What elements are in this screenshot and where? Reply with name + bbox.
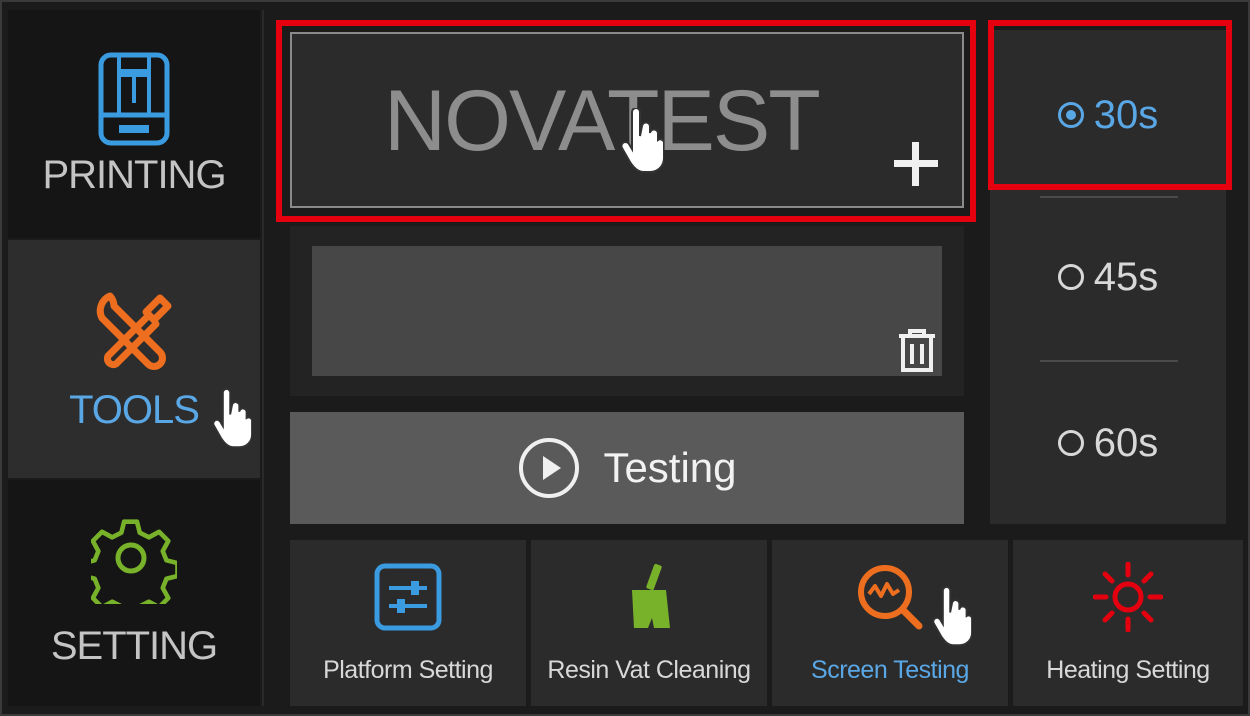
tab-label: Heating Setting	[1046, 656, 1210, 684]
screen-test-icon	[858, 565, 923, 630]
hand-cursor-icon	[620, 108, 664, 173]
testing-button[interactable]: Testing	[290, 412, 964, 524]
broom-icon	[632, 563, 670, 628]
sidebar-item-printing[interactable]: PRINTING	[8, 10, 260, 238]
radio-icon	[1057, 264, 1084, 290]
tools-icon	[96, 292, 172, 370]
sidebar-divider	[262, 10, 264, 706]
sidebar-item-setting[interactable]: SETTING	[8, 480, 260, 706]
duration-option-30s[interactable]: 30s	[990, 80, 1226, 150]
duration-option-60s[interactable]: 60s	[990, 408, 1226, 478]
sidebar-item-label: PRINTING	[42, 152, 226, 197]
duration-label: 30s	[1093, 92, 1159, 137]
testing-label: Testing	[603, 444, 737, 491]
platform-sliders-icon	[374, 563, 442, 631]
duration-label: 45s	[1093, 254, 1159, 299]
duration-option-45s[interactable]: 45s	[990, 242, 1226, 312]
test-image-name: NOVATEST	[384, 73, 821, 169]
tab-platform-setting[interactable]: Platform Setting	[290, 540, 526, 706]
tab-resin-vat-cleaning[interactable]: Resin Vat Cleaning	[531, 540, 767, 706]
heat-sun-icon	[1093, 562, 1163, 632]
play-icon	[519, 438, 580, 498]
tab-heating-setting[interactable]: Heating Setting	[1013, 540, 1243, 706]
duration-panel: 30s 45s 60s	[990, 30, 1226, 524]
radio-icon	[1057, 430, 1084, 456]
tab-label: Screen Testing	[811, 656, 969, 684]
sidebar-item-label: SETTING	[50, 623, 218, 668]
plus-icon[interactable]	[892, 140, 940, 188]
divider	[1040, 360, 1178, 362]
hand-cursor-icon	[932, 586, 972, 647]
tab-label: Platform Setting	[323, 656, 493, 684]
gear-icon	[91, 518, 177, 604]
tab-label: Resin Vat Cleaning	[547, 656, 751, 684]
radio-selected-icon	[1057, 102, 1084, 128]
duration-label: 60s	[1093, 420, 1159, 465]
divider	[1040, 196, 1178, 198]
test-image-preview	[312, 246, 942, 376]
sidebar-item-label: TOOLS	[69, 387, 200, 432]
test-image-panel	[290, 226, 964, 396]
tab-screen-testing[interactable]: Screen Testing	[772, 540, 1008, 706]
trash-icon[interactable]	[896, 328, 938, 374]
printer-icon	[98, 52, 170, 145]
hand-cursor-icon	[212, 388, 252, 449]
